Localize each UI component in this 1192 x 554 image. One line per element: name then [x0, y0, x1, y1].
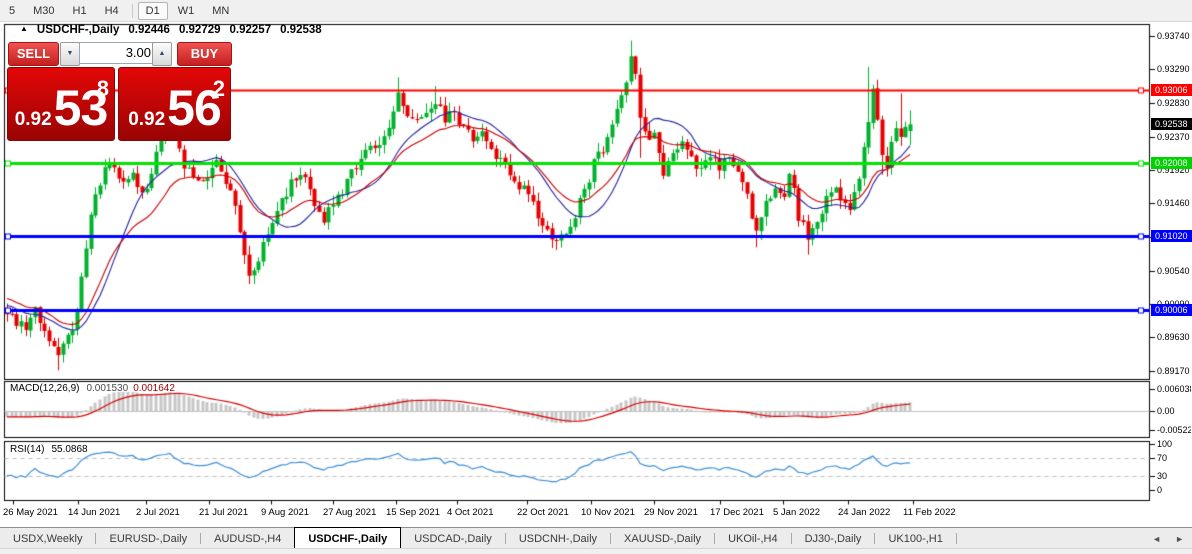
sell-price-box[interactable]: 0.92 53 8: [7, 67, 115, 141]
macd-main-value: 0.001530: [86, 383, 129, 394]
date-axis-label: 2 Jul 2021: [136, 507, 180, 518]
macd-name: MACD(12,26,9): [10, 383, 80, 394]
date-axis-label: 27 Aug 2021: [323, 507, 377, 518]
volume-increase-button[interactable]: ▲: [152, 42, 172, 66]
date-axis-label: 24 Jan 2022: [838, 507, 891, 518]
tab-scroll-right-icon[interactable]: ►: [1175, 534, 1184, 544]
chart-symbol-label: USDCHF-,Daily: [36, 23, 120, 36]
date-axis-label: 22 Oct 2021: [517, 507, 569, 518]
date-axis-label: 29 Nov 2021: [644, 507, 698, 518]
one-click-trade-panel: SELL ▼ 3.00 ▲ BUY 0.92 53 8 0.92 56 2: [7, 42, 232, 141]
date-axis-label: 10 Nov 2021: [581, 507, 635, 518]
tab-usdx-weekly[interactable]: USDX,Weekly: [0, 528, 95, 549]
macd-axis-tick: 0.00: [1157, 406, 1175, 416]
price-level-badge: 0.92538: [1151, 118, 1192, 130]
price-level-badge: 0.90006: [1151, 304, 1192, 316]
macd-axis-tick: 0.0060388: [1157, 384, 1191, 394]
collapse-marker-icon[interactable]: ▲: [20, 24, 28, 33]
date-axis-label: 26 May 2021: [3, 507, 58, 518]
price-axis-tick: 0.89630: [1157, 332, 1190, 342]
macd-signal-value: 0.001642: [133, 383, 175, 394]
price-axis-tick: 0.89170: [1157, 366, 1190, 376]
date-axis-label: 4 Oct 2021: [447, 507, 494, 518]
date-axis-label: 21 Jul 2021: [199, 507, 249, 518]
rsi-name: RSI(14): [10, 444, 45, 455]
bar-high-value: 0.92729: [178, 23, 221, 36]
buy-button[interactable]: BUY: [177, 42, 232, 66]
tab-eurusd-daily[interactable]: EURUSD-,Daily: [96, 528, 200, 549]
buy-price-point: 2: [212, 76, 225, 101]
price-level-badge: 0.92008: [1151, 157, 1192, 169]
rsi-indicator-label: RSI(14) 55.0868: [10, 444, 88, 455]
volume-decrease-button[interactable]: ▼: [60, 42, 80, 66]
price-level-badge: 0.91020: [1151, 230, 1192, 242]
chart-tab-bar: USDX,Weekly EURUSD-,Daily AUDUSD-,H4 USD…: [0, 527, 1192, 549]
date-axis-label: 5 Jan 2022: [773, 507, 821, 518]
tab-xauusd-daily[interactable]: XAUUSD-,Daily: [611, 528, 714, 549]
bar-open-value: 0.92446: [128, 23, 170, 36]
chevron-up-icon: ▲: [158, 50, 166, 57]
sell-button[interactable]: SELL: [8, 42, 59, 66]
rsi-axis-tick: 30: [1157, 471, 1168, 481]
tab-usdcad-daily[interactable]: USDCAD-,Daily: [401, 528, 505, 549]
sell-price-point: 8: [96, 76, 109, 101]
tab-uk100-h1[interactable]: UK100-,H1: [875, 528, 955, 549]
tab-scroll-controls: ◄ ►: [1152, 528, 1184, 549]
bar-low-value: 0.92257: [229, 23, 272, 36]
buy-price-box[interactable]: 0.92 56 2: [118, 67, 231, 141]
date-axis-label: 11 Feb 2022: [903, 507, 956, 518]
price-axis-tick: 0.93740: [1157, 31, 1190, 41]
price-axis-tick: 0.92370: [1157, 132, 1190, 142]
price-axis-tick: 0.90540: [1157, 266, 1190, 276]
tab-usdchf-daily[interactable]: USDCHF-,Daily: [294, 527, 402, 549]
status-strip: [0, 548, 1192, 554]
price-axis-tick: 0.92830: [1157, 98, 1190, 108]
tab-dj30-daily[interactable]: DJ30-,Daily: [792, 528, 875, 549]
macd-indicator-label: MACD(12,26,9) 0.001530 0.001642: [10, 383, 175, 394]
rsi-value: 55.0868: [51, 444, 88, 455]
macd-axis-tick: -0.0052285: [1157, 425, 1191, 435]
date-axis-label: 9 Aug 2021: [261, 507, 310, 518]
sell-price-prefix: 0.92: [14, 109, 52, 130]
price-axis-tick: 0.91460: [1157, 198, 1190, 208]
chart-header: ▲ USDCHF-,Daily 0.92446 0.92729 0.92257 …: [20, 23, 322, 36]
price-level-badge: 0.93006: [1151, 84, 1192, 96]
rsi-axis-tick: 70: [1157, 453, 1168, 463]
tab-ukoil-h4[interactable]: UKOil-,H4: [715, 528, 791, 549]
tab-scroll-left-icon[interactable]: ◄: [1152, 534, 1161, 544]
buy-price-prefix: 0.92: [128, 109, 166, 130]
tab-audusd-h4[interactable]: AUDUSD-,H4: [201, 528, 294, 549]
rsi-axis-tick: 0: [1157, 485, 1163, 495]
terminal-window: 5 M30 H1 H4 D1 W1 MN ▲ USDCHF-,Daily 0.9…: [0, 0, 1192, 554]
price-axis-tick: 0.93290: [1157, 64, 1190, 74]
chevron-down-icon: ▼: [66, 50, 74, 57]
volume-input[interactable]: 3.00: [79, 42, 156, 64]
date-axis-label: 14 Jun 2021: [68, 507, 121, 518]
date-axis-label: 15 Sep 2021: [386, 507, 440, 518]
tab-usdcnh-daily[interactable]: USDCNH-,Daily: [506, 528, 610, 549]
rsi-axis-tick: 100: [1157, 439, 1173, 449]
date-axis-label: 17 Dec 2021: [710, 507, 764, 518]
bar-close-value: 0.92538: [280, 23, 322, 36]
